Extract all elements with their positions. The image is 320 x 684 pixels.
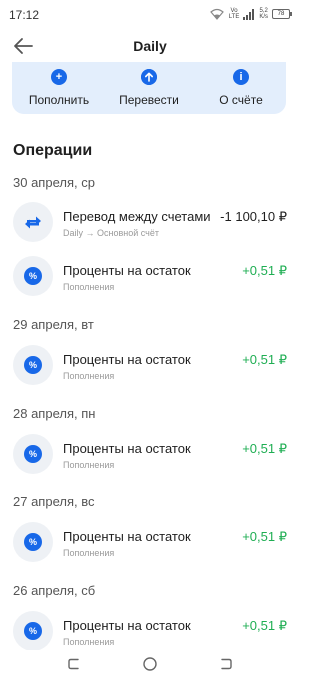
network-speed: 5,2 K/s xyxy=(259,8,268,20)
operation-title: Проценты на остаток xyxy=(63,263,191,278)
status-bar: 17:12 Vo LTE 5,2 K/s 78 xyxy=(0,0,300,28)
operation-title: Проценты на остаток xyxy=(63,352,191,367)
status-icons: Vo LTE 5,2 K/s 78 xyxy=(209,6,292,22)
operation-avatar: % xyxy=(13,256,53,296)
operation-avatar xyxy=(13,202,53,242)
operation-row[interactable]: % Проценты на остаток Пополнения +0,51 ₽ xyxy=(0,611,300,655)
operation-row[interactable]: % Проценты на остаток Пополнения +0,51 ₽ xyxy=(0,522,300,566)
back-nav-icon[interactable] xyxy=(218,656,234,672)
top-up-label: Пополнить xyxy=(28,93,90,107)
date-header: 26 апреля, сб xyxy=(13,583,96,598)
transfer-label: Перевести xyxy=(119,93,179,107)
status-time: 17:12 xyxy=(9,8,40,22)
operation-subtitle: Пополнения xyxy=(63,371,115,381)
operation-avatar: % xyxy=(13,611,53,651)
network-label-bottom: LTE xyxy=(228,14,240,20)
home-icon[interactable] xyxy=(142,656,158,672)
transfer-button[interactable]: Перевести xyxy=(102,62,196,114)
recent-apps-icon[interactable] xyxy=(66,656,82,672)
operation-amount: +0,51 ₽ xyxy=(242,618,287,633)
operation-title: Перевод между счетами xyxy=(63,209,211,224)
date-header: 30 апреля, ср xyxy=(13,175,95,190)
operation-title: Проценты на остаток xyxy=(63,441,191,456)
operation-subtitle: Пополнения xyxy=(63,637,115,647)
plus-icon: + xyxy=(51,69,67,85)
operation-subtitle: Пополнения xyxy=(63,548,115,558)
page-title: Daily xyxy=(133,38,167,54)
operation-amount: +0,51 ₽ xyxy=(242,529,287,544)
wifi-icon xyxy=(209,8,224,20)
operation-row[interactable]: % Проценты на остаток Пополнения +0,51 ₽ xyxy=(0,256,300,300)
speed-unit: K/s xyxy=(259,14,268,20)
operation-title: Проценты на остаток xyxy=(63,529,191,544)
operations-heading: Операции xyxy=(13,142,93,159)
account-info-label: О счёте xyxy=(219,93,263,107)
operation-amount: -1 100,10 ₽ xyxy=(220,209,287,224)
date-header: 27 апреля, вс xyxy=(13,494,95,509)
operation-avatar: % xyxy=(13,434,53,474)
signal-icon xyxy=(243,8,255,20)
info-icon: i xyxy=(233,69,249,85)
operation-row[interactable]: % Проценты на остаток Пополнения +0,51 ₽ xyxy=(0,345,300,389)
percent-icon: % xyxy=(24,533,42,551)
system-nav-bar xyxy=(0,650,300,684)
top-up-button[interactable]: + Пополнить xyxy=(12,62,106,114)
account-actions: + Пополнить Перевести i О счёте xyxy=(12,62,286,114)
arrow-up-icon xyxy=(141,69,157,85)
operation-row[interactable]: Перевод между счетами Daily → Основной с… xyxy=(0,202,300,246)
operation-avatar: % xyxy=(13,522,53,562)
operation-row[interactable]: % Проценты на остаток Пополнения +0,51 ₽ xyxy=(0,434,300,478)
percent-icon: % xyxy=(24,445,42,463)
network-type: Vo LTE xyxy=(229,8,240,20)
percent-icon: % xyxy=(24,267,42,285)
operation-subtitle: Пополнения xyxy=(63,282,115,292)
top-bar: Daily xyxy=(0,30,300,64)
account-info-button[interactable]: i О счёте xyxy=(200,62,282,114)
operation-subtitle: Пополнения xyxy=(63,460,115,470)
operation-subtitle: Daily → Основной счёт xyxy=(63,228,159,238)
operation-avatar: % xyxy=(13,345,53,385)
date-header: 29 апреля, вт xyxy=(13,317,94,332)
battery-icon: 78 xyxy=(272,9,292,19)
percent-icon: % xyxy=(24,356,42,374)
operation-title: Проценты на остаток xyxy=(63,618,191,633)
operation-amount: +0,51 ₽ xyxy=(242,352,287,367)
percent-icon: % xyxy=(24,622,42,640)
battery-level: 78 xyxy=(277,11,285,17)
operation-amount: +0,51 ₽ xyxy=(242,263,287,278)
operation-amount: +0,51 ₽ xyxy=(242,441,287,456)
date-header: 28 апреля, пн xyxy=(13,406,96,421)
transfer-icon xyxy=(25,216,41,229)
